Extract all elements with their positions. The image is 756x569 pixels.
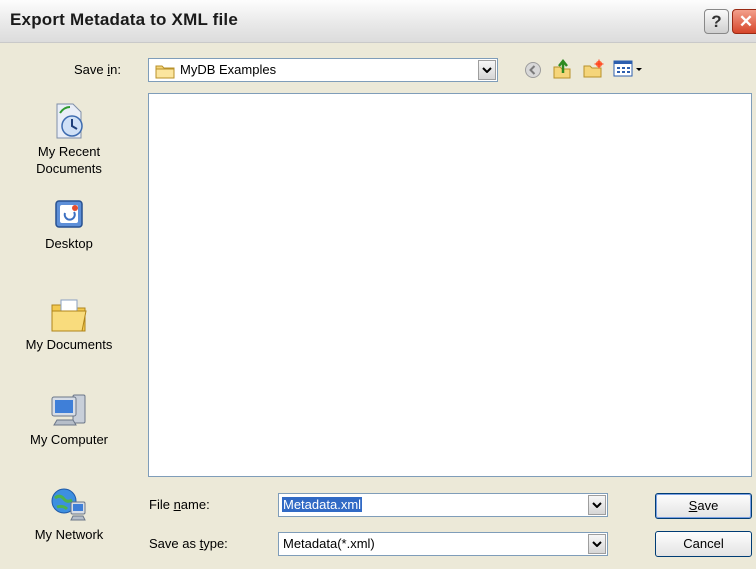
save-type-label: Save as type: <box>149 536 228 551</box>
place-desktop[interactable]: Desktop <box>6 197 132 252</box>
save-in-label-part: Save <box>74 62 108 77</box>
save-type-label-part: ype: <box>203 536 228 551</box>
place-label-line: Desktop <box>45 236 93 251</box>
close-button[interactable]: ✕ <box>732 9 756 34</box>
save-button[interactable]: Save <box>655 493 752 519</box>
my-network-icon <box>51 488 86 521</box>
file-name-input[interactable]: Metadata.xml <box>278 493 608 517</box>
help-button[interactable]: ? <box>704 9 729 34</box>
place-label-line: My Computer <box>29 432 109 447</box>
place-my-computer[interactable]: My Computer <box>6 391 132 448</box>
place-my-network[interactable]: My Network <box>6 486 132 543</box>
file-name-label: File name: <box>149 497 210 512</box>
chevron-down-icon <box>592 541 602 547</box>
save-type-dropdown-arrow[interactable] <box>588 534 606 554</box>
save-in-label-part: n: <box>110 62 121 77</box>
place-recent-documents[interactable]: My Recent Documents <box>6 101 132 177</box>
places-bar: My Recent Documents Desktop My Documents <box>6 91 132 557</box>
dialog-title: Export Metadata to XML file <box>10 10 239 29</box>
save-in-label: Save in: <box>74 62 121 77</box>
save-type-dropdown[interactable]: Metadata(*.xml) <box>278 532 608 556</box>
save-in-dropdown[interactable]: MyDB Examples <box>148 58 498 82</box>
file-name-label-part: File <box>149 497 174 512</box>
back-icon[interactable] <box>524 61 542 79</box>
title-bar: Export Metadata to XML file ? ✕ <box>0 0 756 43</box>
place-label-line: Documents <box>36 161 102 176</box>
save-in-value: MyDB Examples <box>180 62 277 77</box>
save-button-label: ave <box>697 498 719 513</box>
save-type-value: Metadata(*.xml) <box>283 536 375 551</box>
cancel-button[interactable]: Cancel <box>655 531 752 557</box>
views-menu-icon[interactable] <box>613 59 647 79</box>
desktop-icon <box>55 200 83 228</box>
place-label-line: My Network <box>34 527 104 542</box>
place-label-line: My Documents <box>25 337 113 352</box>
file-name-label-accel: n <box>173 497 181 512</box>
place-my-documents[interactable]: My Documents <box>6 296 132 353</box>
new-folder-icon[interactable] <box>582 58 604 80</box>
save-in-dropdown-arrow[interactable] <box>478 60 496 80</box>
export-dialog: Export Metadata to XML file ? ✕ Save in:… <box>0 0 756 569</box>
file-name-label-part: ame: <box>180 497 210 512</box>
file-name-value[interactable]: Metadata.xml <box>282 497 363 512</box>
file-list[interactable] <box>148 93 752 477</box>
up-folder-icon[interactable] <box>551 58 573 80</box>
chevron-down-icon <box>592 502 602 508</box>
place-label-line: My Recent <box>37 144 101 159</box>
chevron-down-icon <box>482 67 492 73</box>
recent-documents-icon <box>56 103 83 139</box>
my-documents-icon <box>51 299 87 332</box>
my-computer-icon <box>51 394 86 426</box>
save-type-label-part: Save as <box>149 536 200 551</box>
file-name-dropdown-arrow[interactable] <box>588 495 606 515</box>
folder-icon <box>155 65 175 79</box>
